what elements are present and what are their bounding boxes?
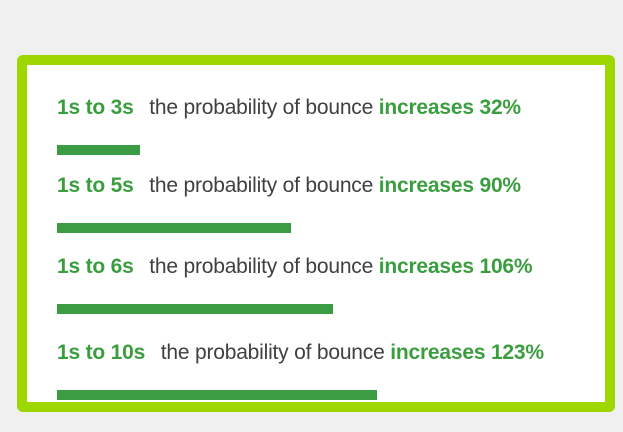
bounce-row: 1s to 6s the probability of bounce incre… bbox=[57, 254, 617, 324]
load-time-range: 1s to 10s bbox=[57, 341, 146, 364]
bounce-increase: increases 106% bbox=[378, 255, 533, 278]
bounce-row-text: 1s to 10s the probability of bounce incr… bbox=[57, 340, 544, 366]
bounce-bar bbox=[57, 304, 333, 314]
bounce-description: the probability of bounce bbox=[149, 255, 374, 278]
bounce-row-text: 1s to 3s the probability of bounce incre… bbox=[57, 95, 521, 121]
load-time-range: 1s to 3s bbox=[57, 96, 134, 119]
load-time-range: 1s to 5s bbox=[57, 174, 134, 197]
load-time-range: 1s to 6s bbox=[57, 255, 134, 278]
bounce-row: 1s to 3s the probability of bounce incre… bbox=[57, 95, 617, 165]
bounce-increase: increases 90% bbox=[378, 174, 521, 197]
bounce-increase: increases 32% bbox=[378, 96, 521, 119]
bounce-row-text: 1s to 5s the probability of bounce incre… bbox=[57, 173, 521, 199]
bounce-increase: increases 123% bbox=[390, 341, 544, 364]
bounce-bar bbox=[57, 223, 291, 233]
bounce-description: the probability of bounce bbox=[149, 174, 374, 197]
bounce-description: the probability of bounce bbox=[160, 341, 385, 364]
bounce-row: 1s to 5s the probability of bounce incre… bbox=[57, 173, 617, 243]
bounce-description: the probability of bounce bbox=[149, 96, 374, 119]
bounce-bar bbox=[57, 145, 140, 155]
bounce-row-text: 1s to 6s the probability of bounce incre… bbox=[57, 254, 533, 280]
bounce-bar bbox=[57, 390, 377, 400]
bounce-probability-card: 1s to 3s the probability of bounce incre… bbox=[17, 55, 615, 412]
bounce-row: 1s to 10s the probability of bounce incr… bbox=[57, 340, 617, 410]
